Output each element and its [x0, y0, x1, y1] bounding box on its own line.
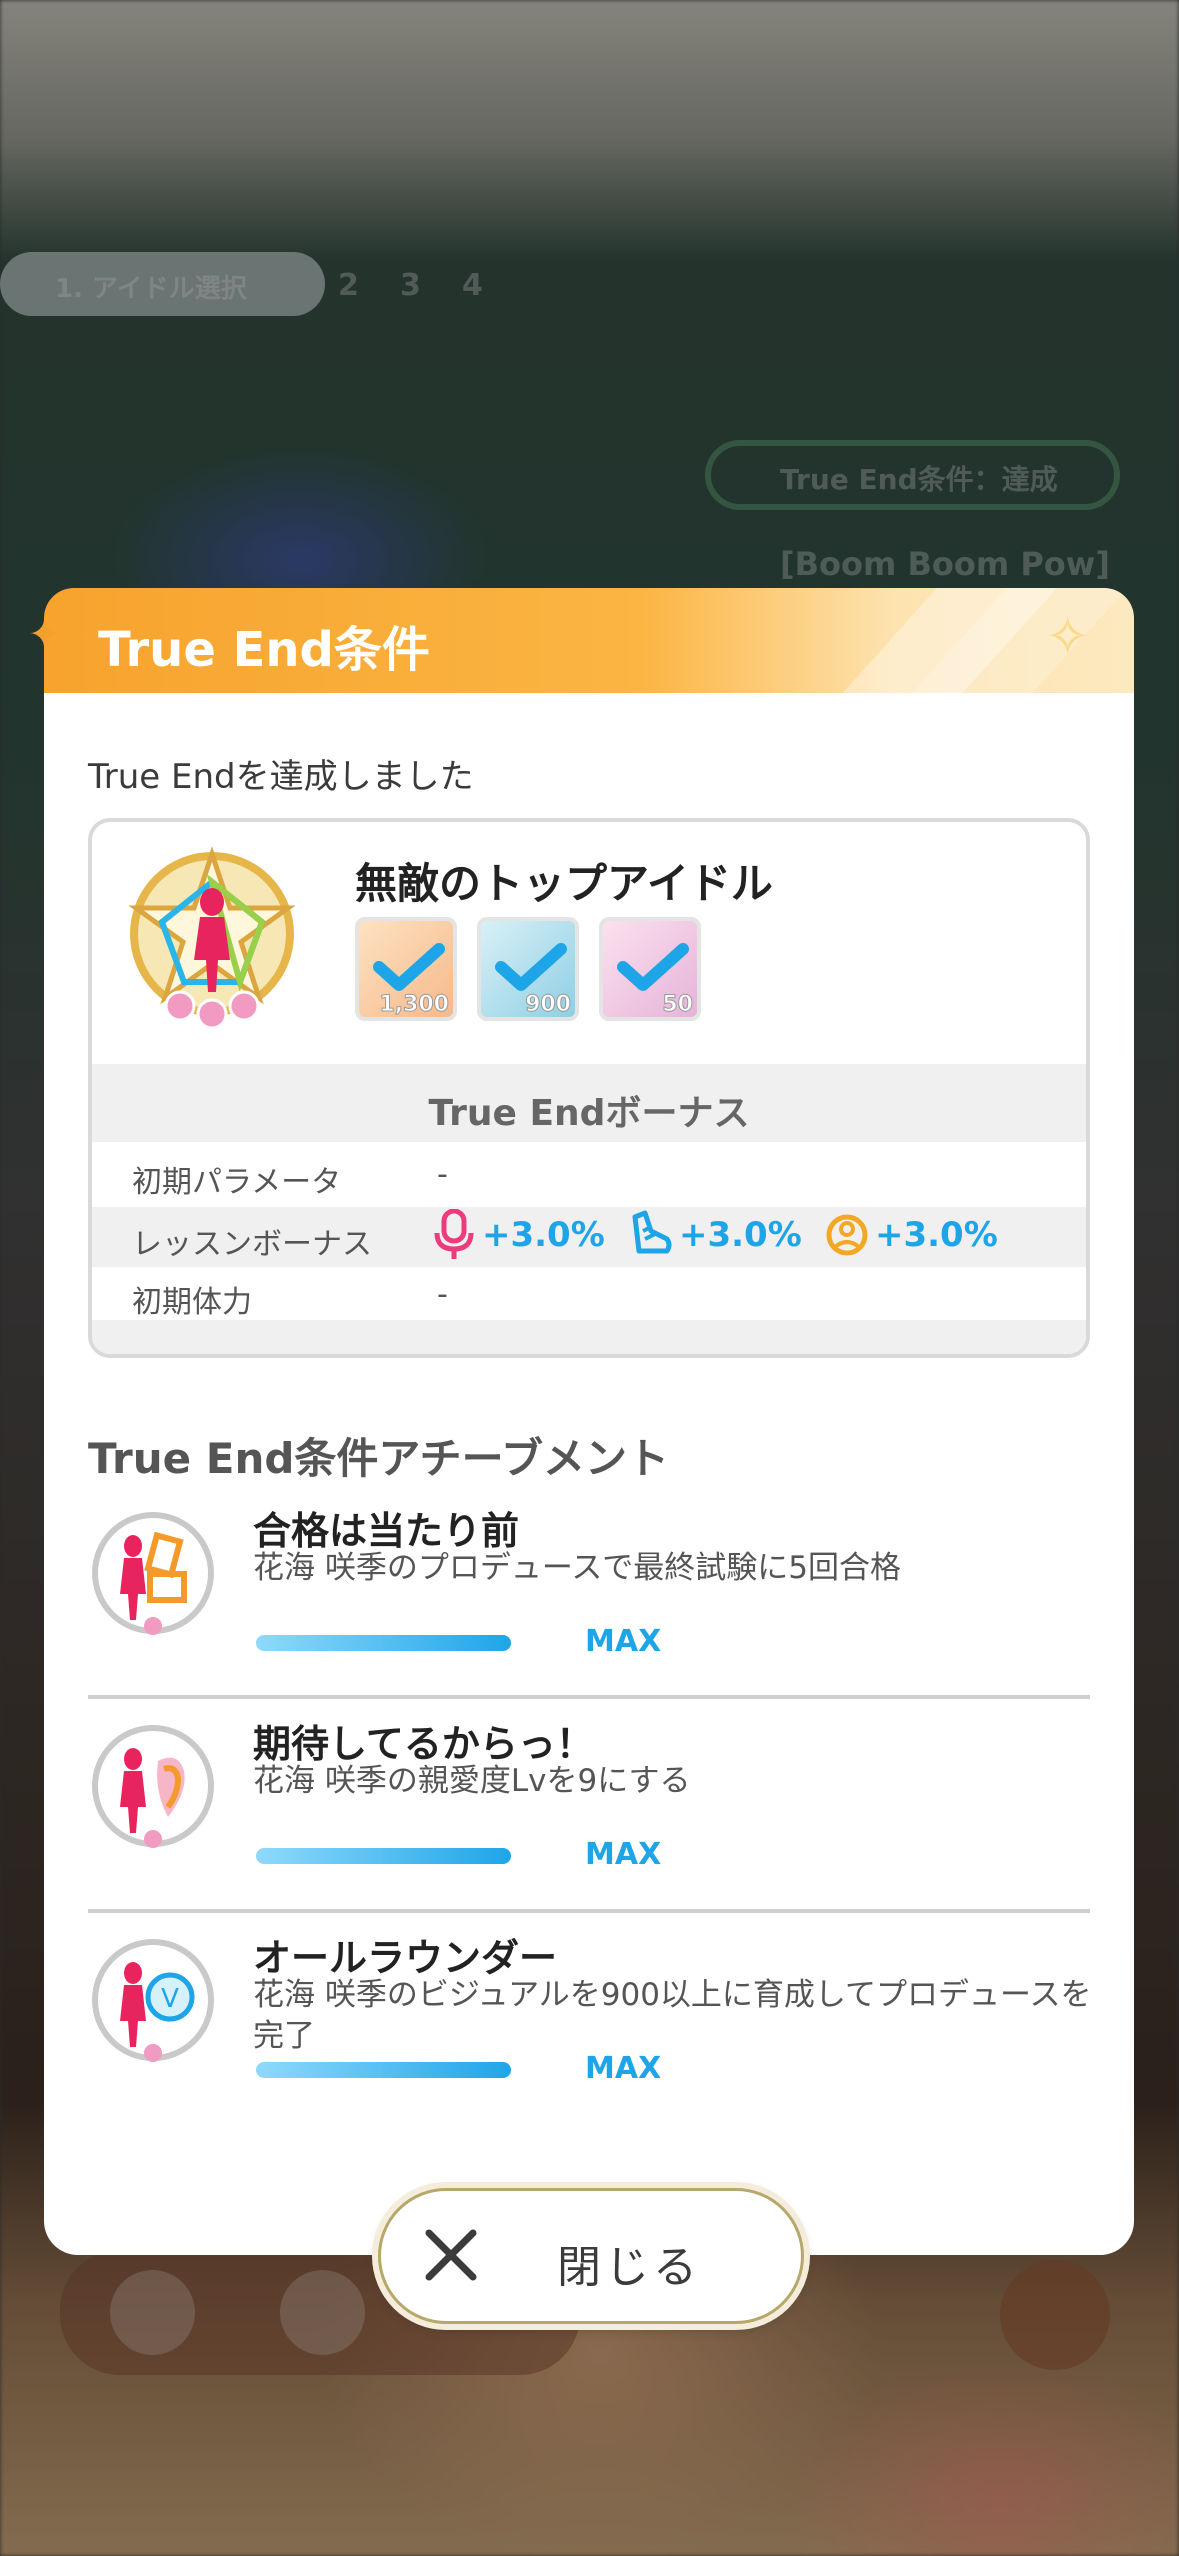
achievement-progress-bar — [256, 1848, 511, 1864]
achievement-progress-bar — [256, 2062, 511, 2078]
achievement-progress-label: MAX — [585, 2051, 662, 2086]
true-end-card: 無敵のトップアイドル 1,300 900 50 True Endボーナス 初期パ… — [88, 818, 1090, 1358]
initial-params-row: 初期パラメータ - — [92, 1147, 1086, 1207]
achievement-desc: 花海 咲季のビジュアルを900以上に育成してプロデュースを完了 — [253, 1977, 1092, 2054]
achievement-visual-icon: V — [92, 1939, 214, 2062]
visual-face-icon — [826, 1214, 868, 1256]
achievements-title: True End条件アチーブメント — [88, 1434, 670, 1483]
close-icon — [425, 2229, 477, 2281]
initial-stamina-row: 初期体力 - — [92, 1267, 1086, 1327]
achievement-name: 合格は当たり前 — [253, 1509, 520, 1553]
dialog-header: True End条件 — [44, 588, 1134, 693]
achievement-exam-icon — [92, 1512, 214, 1635]
dance-bonus: +3.0% — [629, 1209, 802, 1261]
visual-stamp-value: 50 — [662, 992, 694, 1018]
achievement-item: 期待してるからっ！ 花海 咲季の親愛度Lvを9にする MAX — [88, 1713, 1090, 1918]
vocal-bonus: +3.0% — [432, 1209, 605, 1261]
achievement-desc: 花海 咲季の親愛度Lvを9にする — [253, 1763, 691, 1799]
dance-stamp-icon: 900 — [477, 917, 579, 1021]
initial-stamina-label: 初期体力 — [132, 1285, 252, 1320]
dance-stamp-value: 900 — [525, 992, 572, 1018]
produce-title: 無敵のトップアイドル — [355, 859, 773, 908]
achievement-name: 期待してるからっ！ — [253, 1722, 594, 1766]
achievement-desc: 花海 咲季のプロデュースで最終試験に5回合格 — [253, 1550, 902, 1586]
initial-stamina-value: - — [437, 1277, 448, 1312]
achieved-text: True Endを達成しました — [88, 757, 474, 797]
bonus-title: True Endボーナス — [428, 1093, 750, 1134]
achievement-progress-label: MAX — [585, 1837, 662, 1872]
lesson-bonus-row: レッスンボーナス +3.0% +3.0% +3.0% — [92, 1207, 1086, 1267]
achievement-affection-icon — [92, 1725, 214, 1848]
dance-bonus-value: +3.0% — [679, 1215, 802, 1255]
visual-stamp-icon: 50 — [599, 917, 701, 1021]
lesson-bonus-label: レッスンボーナス — [132, 1227, 372, 1262]
close-button[interactable]: 閉じる — [378, 2188, 804, 2324]
achievement-item: V オールラウンダー 花海 咲季のビジュアルを900以上に育成してプロデュースを… — [88, 1927, 1092, 2132]
vocal-bonus-value: +3.0% — [482, 1215, 605, 1255]
achievement-name: オールラウンダー — [253, 1936, 558, 1980]
card-footer — [92, 1320, 1086, 1354]
svg-text:V: V — [161, 1984, 179, 2014]
visual-bonus-value: +3.0% — [875, 1215, 998, 1255]
sparkle-decoration-icon: ✧ — [1045, 605, 1091, 668]
sparkle-icon: ✦ — [28, 612, 60, 656]
true-end-medal-icon — [128, 846, 296, 1027]
achievement-progress-label: MAX — [585, 1624, 662, 1659]
vocal-stamp-value: 1,300 — [379, 992, 450, 1018]
vocal-stamp-icon: 1,300 — [355, 917, 457, 1021]
visual-bonus: +3.0% — [825, 1209, 998, 1261]
dialog-body: True Endを達成しました 無敵のトップアイドル 1,300 900 50 — [44, 693, 1134, 2255]
achievement-progress-bar — [256, 1635, 511, 1651]
initial-params-value: - — [437, 1157, 448, 1192]
achievement-item: 合格は当たり前 花海 咲季のプロデュースで最終試験に5回合格 MAX — [88, 1500, 1090, 1705]
vocal-mic-icon — [434, 1209, 474, 1259]
dialog-title: True End条件 — [98, 622, 430, 678]
close-button-label: 閉じる — [557, 2242, 701, 2293]
initial-params-label: 初期パラメータ — [132, 1165, 342, 1200]
divider — [88, 1695, 1090, 1699]
divider — [88, 1909, 1090, 1913]
dance-shoe-icon — [632, 1210, 672, 1254]
